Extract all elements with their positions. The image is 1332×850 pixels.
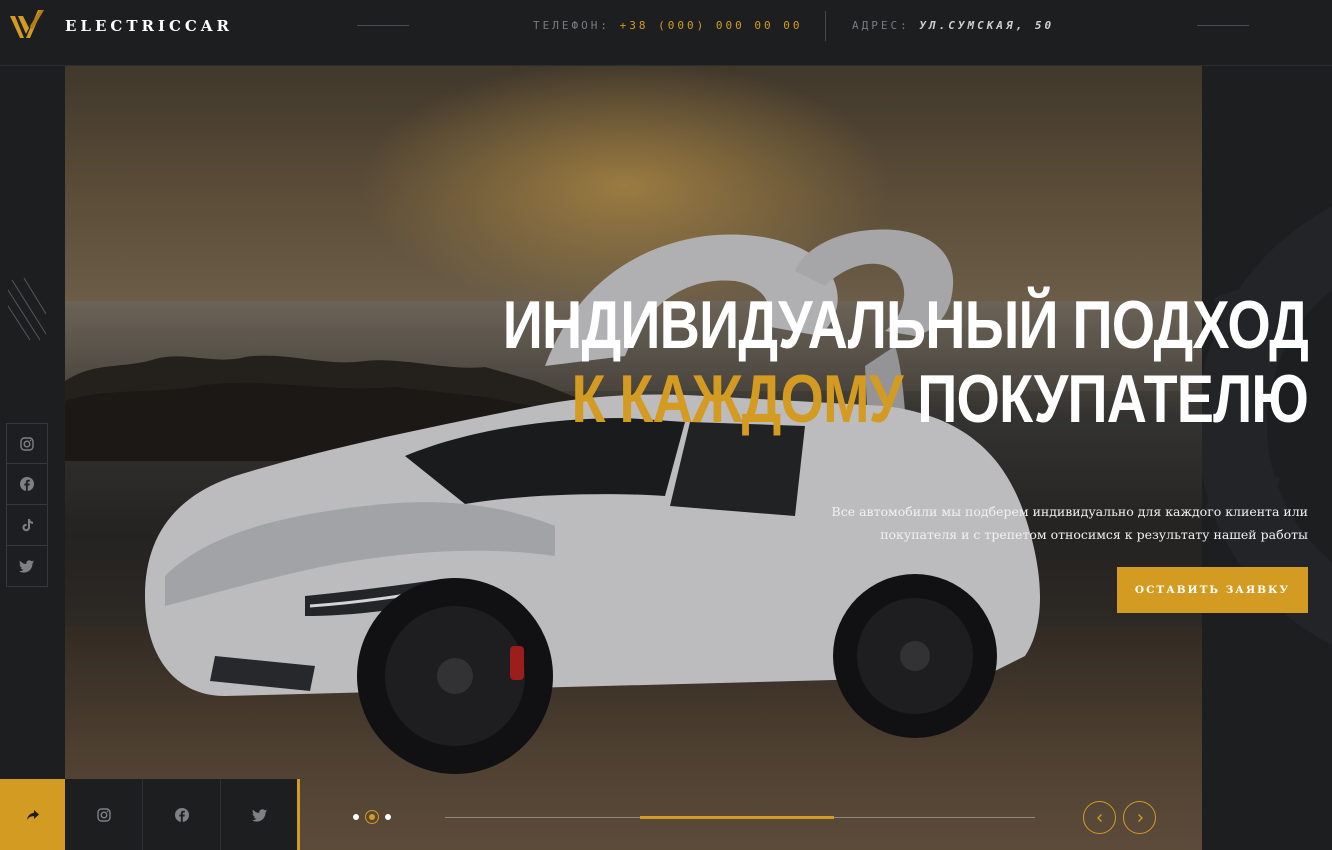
brand-name[interactable]: ELECTRICCAR: [65, 17, 233, 35]
twitter-icon: [251, 808, 267, 822]
bottom-facebook-link[interactable]: [143, 779, 221, 850]
instagram-icon: [96, 807, 111, 822]
facebook-icon: [20, 477, 34, 491]
address-value: УЛ.СУМСКАЯ, 50: [919, 19, 1055, 32]
logo-icon[interactable]: [8, 8, 48, 44]
facebook-icon: [174, 807, 189, 822]
headline-line-2: К КАЖДОМУ ПОКУПАТЕЛЮ: [503, 362, 1308, 436]
slider-dot-3[interactable]: [385, 814, 391, 820]
accent-bar: [297, 779, 300, 850]
address-contact: АДРЕС: УЛ.СУМСКАЯ, 50: [852, 19, 1054, 32]
slider-dot-2-active[interactable]: [365, 810, 379, 824]
chevron-left-icon: [1096, 813, 1102, 822]
headline-line-1: ИНДИВИДУАЛЬНЫЙ ПОДХОД: [502, 287, 1309, 363]
twitter-link[interactable]: [6, 546, 48, 587]
hero-subtext: Все автомобили мы подберем индивидуально…: [831, 504, 1308, 542]
bottom-twitter-link[interactable]: [221, 779, 299, 850]
instagram-icon: [20, 436, 34, 451]
share-button[interactable]: [0, 779, 65, 850]
instagram-link[interactable]: [6, 423, 48, 464]
leave-request-button[interactable]: ОСТАВИТЬ ЗАЯВКУ: [1117, 567, 1308, 613]
social-vertical: [6, 423, 48, 587]
right-panel: [1202, 66, 1332, 850]
decorative-lines-icon: [7, 277, 47, 341]
site-header: ELECTRICCAR ТЕЛЕФОН: +38 (000) 000 00 00…: [0, 0, 1332, 66]
tiktok-icon: [22, 519, 33, 532]
slider-progress-track: [445, 816, 1035, 819]
hero-headline: ИНДИВИДУАЛЬНЫЙ ПОДХОД К КАЖДОМУ ПОКУПАТЕ…: [502, 287, 1309, 436]
hero-overlay: [65, 66, 1202, 850]
prev-slide-button[interactable]: [1083, 801, 1116, 834]
headline-rest: ПОКУПАТЕЛЮ: [902, 361, 1309, 437]
phone-value[interactable]: +38 (000) 000 00 00: [620, 19, 803, 32]
address-label: АДРЕС:: [852, 19, 910, 32]
slider-progress-fill: [639, 816, 835, 819]
headline-accent: К КАЖДОМУ: [571, 361, 903, 437]
phone-contact: ТЕЛЕФОН: +38 (000) 000 00 00: [533, 19, 802, 32]
share-icon: [26, 809, 39, 820]
hero-banner: [65, 66, 1202, 850]
next-slide-button[interactable]: [1123, 801, 1156, 834]
phone-label: ТЕЛЕФОН:: [533, 19, 610, 32]
tiktok-link[interactable]: [6, 505, 48, 546]
twitter-icon: [19, 560, 34, 573]
chevron-right-icon: [1137, 813, 1143, 822]
slider-dot-1[interactable]: [353, 814, 359, 820]
bottom-instagram-link[interactable]: [65, 779, 143, 850]
bottom-social-bar: [65, 779, 299, 850]
divider-line: [1197, 25, 1249, 26]
contact-separator: [825, 11, 826, 41]
divider-line: [357, 25, 409, 26]
slider-dots: [353, 810, 391, 824]
facebook-link[interactable]: [6, 464, 48, 505]
